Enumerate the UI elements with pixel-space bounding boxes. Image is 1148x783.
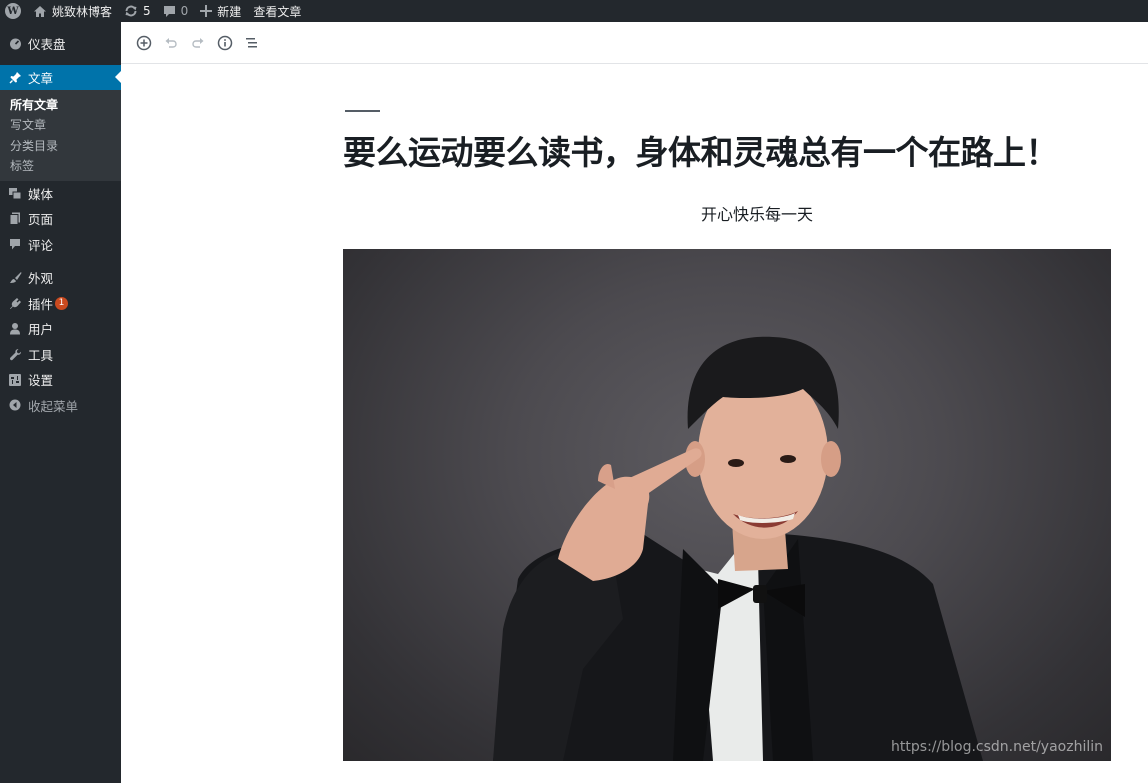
dashboard-icon	[8, 37, 22, 51]
menu-dashboard[interactable]: 仪表盘	[0, 31, 121, 57]
user-icon	[8, 322, 22, 336]
menu-appearance[interactable]: 外观	[0, 265, 121, 291]
menu-settings-label: 设置	[28, 373, 54, 389]
paintbrush-icon	[8, 271, 22, 285]
redo-icon	[192, 37, 204, 48]
submenu-categories[interactable]: 分类目录	[0, 136, 121, 157]
comments-count: 0	[180, 4, 189, 18]
menu-comments[interactable]: 评论	[0, 232, 121, 258]
submenu-all-posts[interactable]: 所有文章	[0, 95, 121, 116]
collapse-menu-button[interactable]: 收起菜单	[0, 393, 121, 419]
post-title[interactable]: 要么运动要么读书，身体和灵魂总有一个在路上！	[343, 126, 1143, 174]
editor-canvas: 要么运动要么读书，身体和灵魂总有一个在路上！ 开心快乐每一天 https://b…	[121, 64, 1148, 783]
content-info-button[interactable]	[212, 30, 238, 56]
menu-users-label: 用户	[28, 322, 54, 338]
updates-link[interactable]: 5	[118, 0, 157, 22]
plugins-update-badge: 1	[55, 296, 69, 310]
menu-appearance-label: 外观	[28, 271, 54, 287]
collapse-menu-label: 收起菜单	[28, 398, 79, 414]
wrench-icon	[8, 347, 22, 361]
menu-pages[interactable]: 页面	[0, 206, 121, 232]
menu-comments-label: 评论	[28, 237, 54, 253]
menu-plugins-label: 插件	[28, 296, 54, 312]
plus-icon	[200, 5, 213, 17]
submenu-new-post[interactable]: 写文章	[0, 115, 121, 136]
portrait-photo	[493, 336, 983, 761]
menu-users[interactable]: 用户	[0, 316, 121, 342]
menu-media[interactable]: 媒体	[0, 181, 121, 207]
undo-icon	[165, 37, 177, 48]
list-outline-icon	[246, 37, 257, 47]
menu-pages-label: 页面	[28, 212, 54, 228]
media-icon	[8, 186, 22, 200]
pushpin-icon	[8, 70, 22, 84]
submenu-tags[interactable]: 标签	[0, 156, 121, 177]
settings-icon	[8, 373, 22, 387]
site-name-link[interactable]: 姚致林博客	[27, 0, 118, 22]
comments-link[interactable]: 0	[157, 0, 195, 22]
menu-media-label: 媒体	[28, 186, 54, 202]
add-block-button[interactable]	[131, 30, 157, 56]
undo-button[interactable]	[158, 30, 184, 56]
wordpress-logo-icon: W	[5, 3, 21, 19]
editor-toolbar	[121, 22, 1148, 64]
view-post-label: 查看文章	[253, 4, 302, 19]
menu-dashboard-label: 仪表盘	[28, 37, 66, 53]
wp-logo-menu[interactable]: W	[0, 0, 27, 22]
csdn-watermark: https://blog.csdn.net/yaozhilin	[891, 739, 1103, 755]
separator-line	[345, 110, 380, 112]
new-content-link[interactable]: 新建	[194, 0, 247, 22]
menu-posts[interactable]: 文章	[0, 64, 121, 90]
updates-count: 5	[143, 4, 151, 18]
new-label: 新建	[217, 4, 242, 19]
view-post-link[interactable]: 查看文章	[247, 0, 307, 22]
comment-icon	[163, 5, 176, 18]
menu-tools[interactable]: 工具	[0, 342, 121, 368]
posts-submenu: 所有文章 写文章 分类目录 标签	[0, 89, 121, 181]
home-icon	[33, 5, 47, 18]
image-block[interactable]: https://blog.csdn.net/yaozhilin	[343, 249, 1111, 761]
block-navigation-button[interactable]	[239, 30, 265, 56]
plug-icon	[8, 296, 22, 310]
pages-icon	[8, 212, 22, 226]
menu-settings[interactable]: 设置	[0, 367, 121, 393]
comments-icon	[8, 237, 22, 251]
redo-button[interactable]	[185, 30, 211, 56]
post-paragraph[interactable]: 开心快乐每一天	[701, 201, 813, 225]
menu-posts-label: 文章	[28, 70, 54, 86]
collapse-arrow-icon	[8, 398, 22, 412]
plus-circle-icon	[136, 35, 152, 50]
menu-tools-label: 工具	[28, 347, 54, 363]
site-name: 姚致林博客	[52, 4, 113, 19]
admin-bar: W 姚致林博客 5 0 新建 查看文章	[0, 0, 1148, 22]
info-icon	[217, 35, 233, 50]
admin-sidebar: 仪表盘 文章 所有文章 写文章 分类目录 标签 媒体 页面 评论 外观 插件 1…	[0, 22, 121, 783]
refresh-icon	[124, 4, 138, 18]
menu-plugins[interactable]: 插件 1	[0, 291, 121, 317]
